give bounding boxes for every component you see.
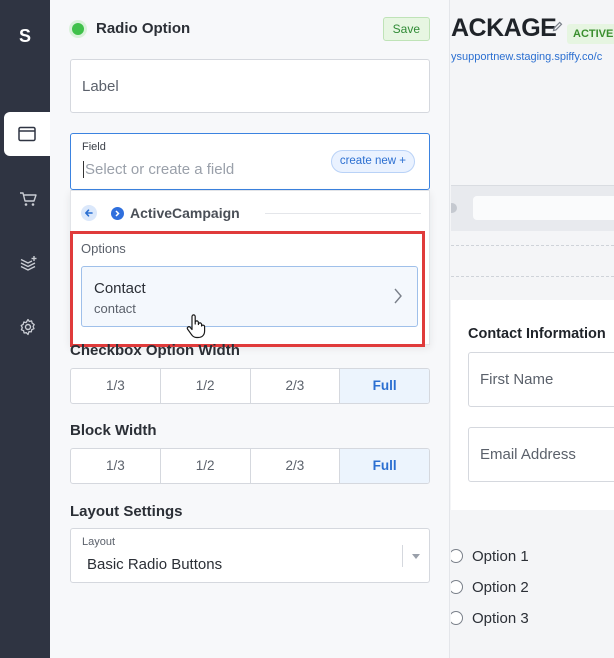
first-name-placeholder: First Name [480,371,554,388]
checkbox-option-width-control: 1/3 1/2 2/3 Full [70,368,430,404]
hand-pointer-cursor-icon [186,314,206,339]
checkbox-width-1-2[interactable]: 1/2 [161,369,251,403]
status-badge: ACTIVE [567,24,614,44]
highlight-box [70,231,425,347]
layout-selected-value: Basic Radio Buttons [87,556,223,573]
block-width-title: Block Width [70,422,157,439]
sidebar-item-settings[interactable] [6,305,50,349]
sidebar-item-pages[interactable] [4,112,50,156]
contact-info-title: Contact Information [468,326,606,342]
preview-url-link[interactable]: ysupportnew.staging.spiffy.co/c [451,51,602,63]
browser-bar [451,185,614,231]
integration-name: ActiveCampaign [130,205,240,221]
radio-circle-icon [451,580,463,594]
preview-page-title: ACKAGE [451,14,557,42]
cart-icon [20,192,37,206]
browser-dot-icon [451,203,457,213]
field-label: Field [82,141,106,153]
label-input[interactable]: Label [70,59,430,113]
checkbox-width-1-3[interactable]: 1/3 [71,369,161,403]
caret-down-icon [412,554,420,559]
status-dot-icon [72,23,84,35]
activecampaign-icon [111,207,124,220]
layout-select[interactable]: Layout Basic Radio Buttons [70,528,430,583]
email-placeholder: Email Address [480,446,576,463]
checkbox-width-2-3[interactable]: 2/3 [251,369,341,403]
radio-option-label: Option 3 [472,610,529,627]
browser-address-bar [473,196,614,220]
radio-circle-icon [451,549,463,563]
layout-settings-title: Layout Settings [70,503,183,520]
block-width-full[interactable]: Full [340,449,429,483]
radio-option-editor-panel: Radio Option Save Label Field Select or … [50,0,450,658]
block-width-control: 1/3 1/2 2/3 Full [70,448,430,484]
browser-window-icon [18,126,36,142]
field-select-input[interactable]: Field Select or create a field create ne… [70,133,430,190]
sidebar-item-cart[interactable] [6,177,50,221]
divider [402,545,403,567]
radio-option-label: Option 1 [472,548,529,565]
save-button[interactable]: Save [382,17,430,41]
app-logo[interactable]: S [0,26,50,47]
pencil-icon[interactable] [552,21,563,32]
first-name-input[interactable]: First Name [468,352,614,407]
label-input-placeholder: Label [82,78,119,95]
layout-field-label: Layout [82,536,116,548]
radio-circle-icon [451,611,463,625]
block-width-2-3[interactable]: 2/3 [251,449,341,483]
checkbox-width-full[interactable]: Full [340,369,429,403]
create-new-field-button[interactable]: create new + [330,150,415,173]
back-arrow-icon[interactable] [81,205,97,221]
contact-form-card: Contact Information First Name Email Add… [451,300,614,510]
block-width-1-2[interactable]: 1/2 [161,449,251,483]
divider [451,245,614,246]
layers-add-icon [20,256,37,271]
email-address-input[interactable]: Email Address [468,427,614,482]
page-preview: ACKAGE ACTIVE ysupportnew.staging.spiffy… [451,0,614,658]
editor-header: Radio Option Save [70,14,430,44]
integration-row: ActiveCampaign [81,204,421,224]
editor-title: Radio Option [96,20,191,37]
gear-icon [20,318,35,336]
radio-option-label: Option 2 [472,579,529,596]
divider [265,213,421,214]
divider [451,276,614,277]
block-width-1-3[interactable]: 1/3 [71,449,161,483]
app-sidebar: S [0,0,50,658]
sidebar-item-layers[interactable] [6,242,50,286]
field-placeholder: Select or create a field [83,161,235,178]
checkbox-option-width-title: Checkbox Option Width [70,342,240,359]
